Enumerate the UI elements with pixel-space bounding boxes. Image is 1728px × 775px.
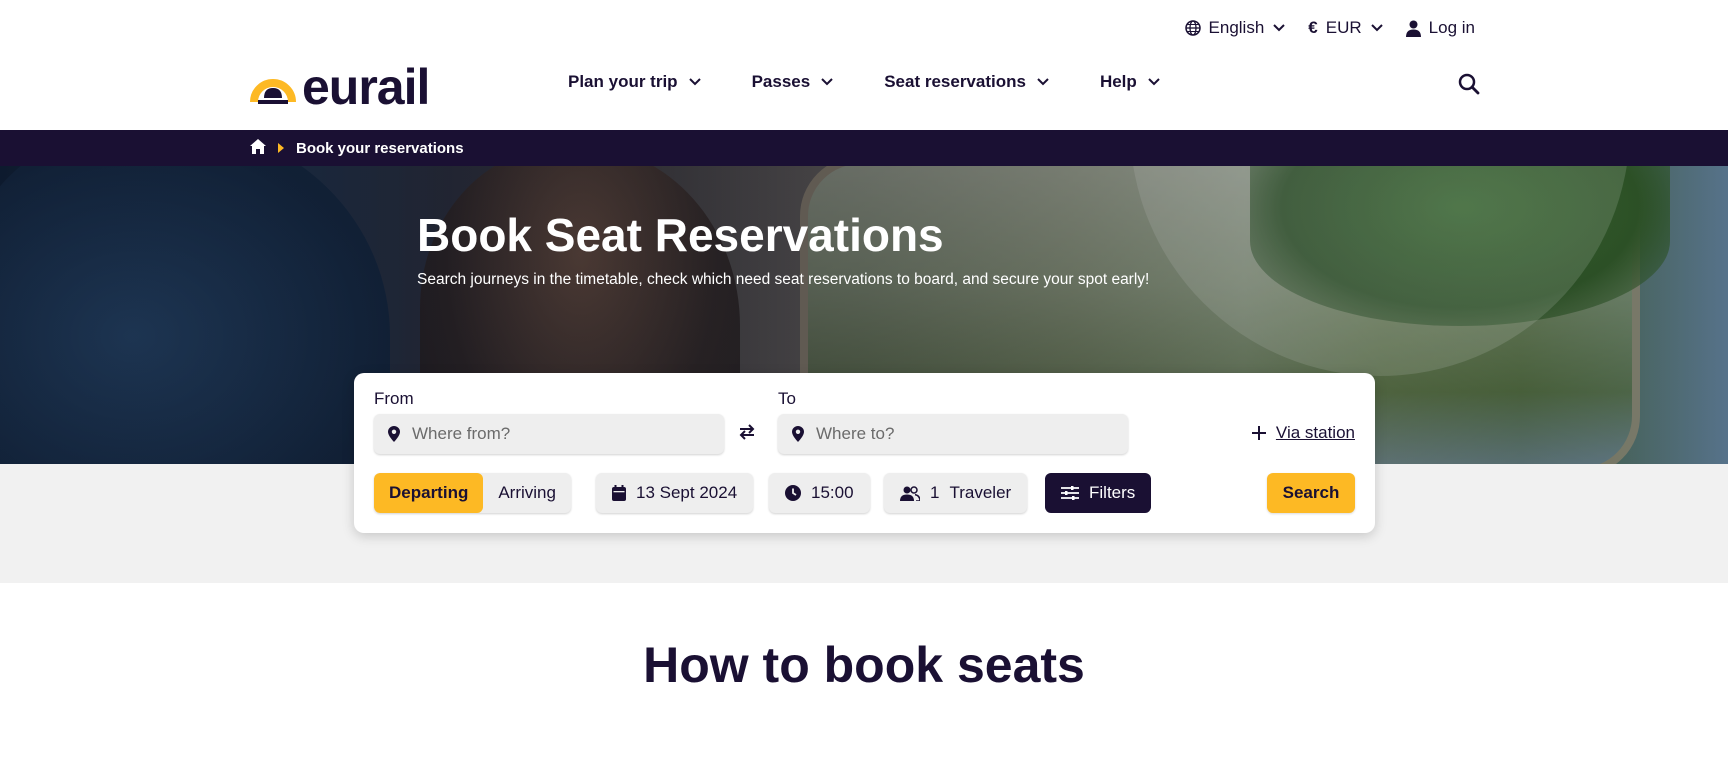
language-selector[interactable]: English: [1184, 18, 1287, 38]
nav-label: Help: [1099, 72, 1137, 91]
date-picker[interactable]: 13 Sept 2024: [596, 473, 754, 513]
filters-label: Filters: [1089, 483, 1136, 502]
arriving-option[interactable]: Arriving: [483, 473, 571, 513]
users-icon: [900, 485, 920, 501]
date-value: 13 Sept 2024: [636, 483, 738, 502]
from-label: From: [374, 389, 414, 408]
nav-label: Plan your trip: [568, 72, 678, 91]
calendar-icon: [612, 485, 626, 501]
breadcrumb: Book your reservations: [250, 130, 464, 166]
departing-arriving-toggle: Departing Arriving: [374, 473, 571, 513]
chevron-down-icon: [1037, 78, 1049, 86]
currency-selector[interactable]: € EUR: [1308, 18, 1383, 38]
location-pin-icon: [388, 426, 400, 442]
journey-search-card: From Where from? To Where to? Via statio…: [354, 373, 1375, 533]
via-station-label: Via station: [1275, 423, 1355, 442]
swap-stations-button[interactable]: [738, 423, 756, 446]
main-nav: Plan your trip Passes Seat reservations …: [568, 72, 1161, 92]
nav-help[interactable]: Help: [1100, 72, 1161, 92]
globe-icon: [1184, 20, 1201, 36]
utility-bar: English € EUR Log in: [1184, 18, 1475, 38]
time-value: 15:00: [811, 483, 854, 502]
language-label: English: [1208, 18, 1265, 37]
chevron-down-icon: [1370, 24, 1383, 32]
home-icon: [250, 138, 266, 154]
via-station-link[interactable]: Via station: [1251, 423, 1355, 443]
breadcrumb-current: Book your reservations: [296, 139, 464, 157]
to-field[interactable]: Where to?: [778, 414, 1128, 454]
chevron-down-icon: [688, 78, 701, 86]
login-link[interactable]: Log in: [1405, 18, 1475, 38]
site-search-button[interactable]: [1458, 73, 1480, 100]
time-picker[interactable]: 15:00: [769, 473, 870, 513]
plus-icon: [1251, 426, 1266, 440]
traveler-selector[interactable]: 1 Traveler: [884, 473, 1028, 513]
chevron-right-icon: [278, 143, 284, 153]
search-icon: [1458, 73, 1480, 95]
from-field[interactable]: Where from?: [374, 414, 724, 454]
logo-text: eurail: [302, 59, 430, 115]
traveler-count: 1: [930, 483, 940, 502]
breadcrumb-bar: Book your reservations: [0, 130, 1728, 166]
sliders-icon: [1061, 486, 1079, 500]
location-pin-icon: [792, 426, 804, 442]
logo-mark-icon: [250, 79, 296, 104]
to-placeholder: Where to?: [816, 424, 895, 443]
nav-plan-your-trip[interactable]: Plan your trip: [568, 72, 702, 92]
euro-icon: €: [1308, 18, 1318, 37]
nav-passes[interactable]: Passes: [752, 72, 835, 92]
chevron-down-icon: [1148, 78, 1160, 86]
nav-label: Seat reservations: [884, 72, 1026, 91]
search-button[interactable]: Search: [1267, 473, 1355, 513]
page-subtitle: Search journeys in the timetable, check …: [417, 271, 1150, 288]
chevron-down-icon: [1273, 24, 1286, 32]
currency-label: EUR: [1325, 18, 1362, 37]
filters-button[interactable]: Filters: [1045, 473, 1152, 513]
nav-seat-reservations[interactable]: Seat reservations: [884, 72, 1050, 92]
nav-label: Passes: [751, 72, 811, 91]
swap-icon: [739, 424, 755, 440]
traveler-label: Traveler: [949, 483, 1012, 502]
departing-option[interactable]: Departing: [374, 473, 484, 513]
how-to-book-heading: How to book seats: [643, 637, 1085, 693]
login-label: Log in: [1428, 18, 1475, 37]
to-label: To: [778, 389, 796, 408]
eurail-logo[interactable]: eurail: [250, 59, 430, 115]
chevron-down-icon: [821, 78, 833, 86]
page-title: Book Seat Reservations: [417, 209, 944, 261]
clock-icon: [785, 485, 801, 501]
home-link[interactable]: [250, 138, 266, 158]
from-placeholder: Where from?: [412, 424, 511, 443]
user-icon: [1405, 20, 1421, 37]
